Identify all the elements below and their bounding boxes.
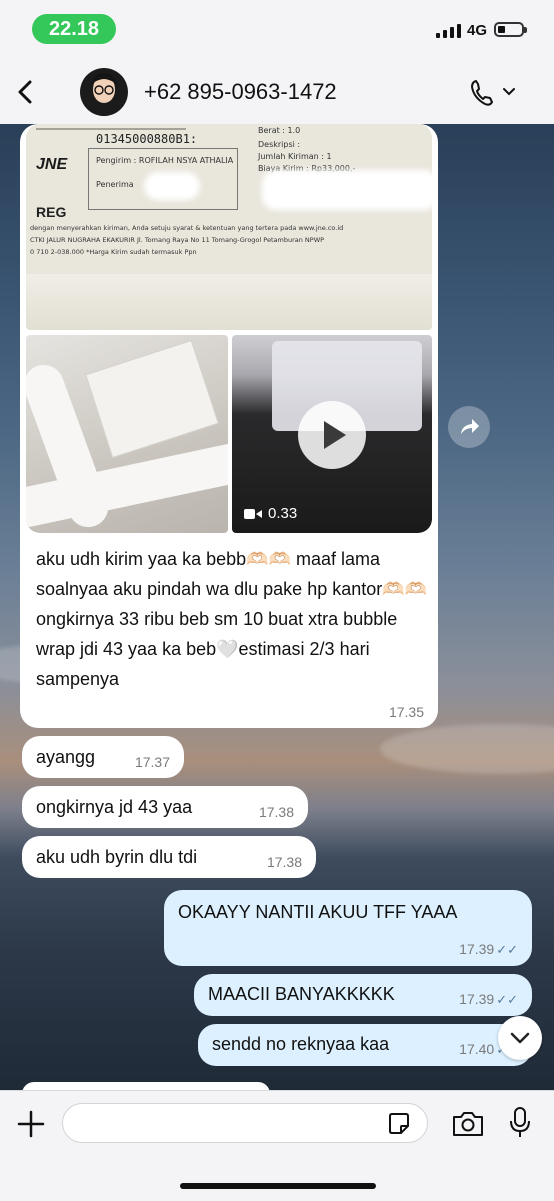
receipt-carrier: JNE [36,156,68,173]
message-input[interactable] [62,1103,428,1143]
avatar-face [88,72,120,116]
receipt-note: 0 710 2-038.000 *Harga Kirim sudah terma… [30,248,197,256]
forward-icon [461,419,479,434]
forward-button[interactable] [448,406,490,448]
phone-box [85,339,219,459]
receipt-count: Jumlah Kiriman : 1 [258,152,332,161]
message-time: 17.40 [459,1041,495,1057]
voice-button[interactable] [506,1105,534,1141]
read-receipt-icon: ✓✓ [496,942,518,957]
network-type: 4G [467,22,488,39]
sticker-button[interactable] [386,1111,412,1137]
plus-icon [17,1110,45,1138]
chevron-down-icon [503,88,515,96]
input-bar [0,1090,554,1201]
receipt-recipient: Penerima [96,180,134,189]
back-icon [18,80,32,104]
message-text: ongkirnya jd 43 yaa [36,797,193,817]
contact-name[interactable]: +62 895-0963-1472 [144,79,337,105]
message-time: 17.39 [459,991,495,1007]
redaction-mark [144,172,200,200]
message-text: sendd no reknyaa kaa [212,1034,390,1054]
receipt-image[interactable]: 01345000880B1: JNE REG Pengirim : ROFILA… [26,124,432,330]
status-bar: 22.18 4G [0,0,554,60]
message-text: OKAAYY NANTII AKUU TFF YAAA [178,902,458,922]
signal-icon [436,24,461,38]
sticker-icon [389,1113,409,1134]
message-text: aku udh byrin dlu tdi [36,847,198,867]
media-message[interactable]: 01345000880B1: JNE REG Pengirim : ROFILA… [20,124,438,728]
play-icon [324,421,346,449]
envelope-edge [26,274,432,330]
video-thumbnail[interactable]: 0.33 [232,335,432,533]
message-bubble-outgoing[interactable]: sendd no reknyaa kaa 17.40✓✓ [198,1024,532,1066]
receipt-terms: dengan menyerahkan kiriman, Anda setuju … [30,224,344,232]
message-time: 17.38 [258,804,294,820]
message-time: 17.38 [266,854,302,870]
message-time: 17.39 [459,941,495,957]
play-button[interactable] [298,401,366,469]
camera-icon [453,1112,483,1136]
message-bubble-outgoing[interactable]: OKAAYY NANTII AKUU TFF YAAA 17.39 ✓✓ [164,890,532,966]
scroll-down-icon [510,1032,530,1044]
package-photo[interactable] [26,335,228,533]
chat-header: +62 895-0963-1472 [0,60,554,125]
video-duration: 0.33 [268,505,298,522]
receipt-service: REG [36,204,67,220]
battery-icon [494,22,527,37]
background-cloud [380,724,554,774]
message-bubble-incoming[interactable]: aku udh byrin dlu tdi 17.38 [22,836,316,878]
phone-icon [471,80,515,106]
video-meta: 0.33 [244,505,297,522]
microphone-icon [510,1107,530,1137]
message-time: 17.35 [388,704,424,720]
receipt-tracking-code: 01345000880B1: [96,132,198,146]
receipt-address: CTKI JALUR NUGRAHA EKAKURIR Jl. Tomang R… [30,236,325,244]
message-text: ayangg [36,747,96,767]
message-meta: 17.39 ✓✓ [459,941,518,958]
status-time: 22.18 [32,14,116,44]
receipt-weight: Berat : 1.0 [258,126,301,135]
message-text: MAACII BANYAKKKKK [208,984,395,1004]
camera-button[interactable] [450,1109,486,1139]
message-bubble-outgoing[interactable]: MAACII BANYAKKKKK 17.39 ✓✓ [194,974,532,1016]
call-button[interactable] [468,78,522,108]
video-icon [244,508,262,520]
message-time: 17.37 [134,754,170,770]
receipt-sender: Pengirim : ROFILAH NSYA ATHALIA [96,156,234,165]
scroll-down-button[interactable] [498,1016,542,1060]
message-meta: 17.39 ✓✓ [459,991,518,1008]
message-bubble-partial [22,1082,270,1090]
avatar[interactable] [80,68,128,116]
attach-button[interactable] [14,1107,48,1141]
chat-area[interactable]: 01345000880B1: JNE REG Pengirim : ROFILA… [0,124,554,1090]
message-bubble-incoming[interactable]: ayangg 17.37 [22,736,184,778]
receipt-description: Deskripsi : [258,140,301,149]
receipt-line [36,128,186,130]
read-receipt-icon: ✓✓ [496,992,518,1007]
redaction-mark [262,170,432,210]
media-caption: aku udh kirim yaa ka bebb🫶🏻🫶🏻 maaf lama … [36,549,428,689]
message-bubble-incoming[interactable]: ongkirnya jd 43 yaa 17.38 [22,786,308,828]
home-indicator [180,1183,376,1189]
back-button[interactable] [12,74,42,110]
